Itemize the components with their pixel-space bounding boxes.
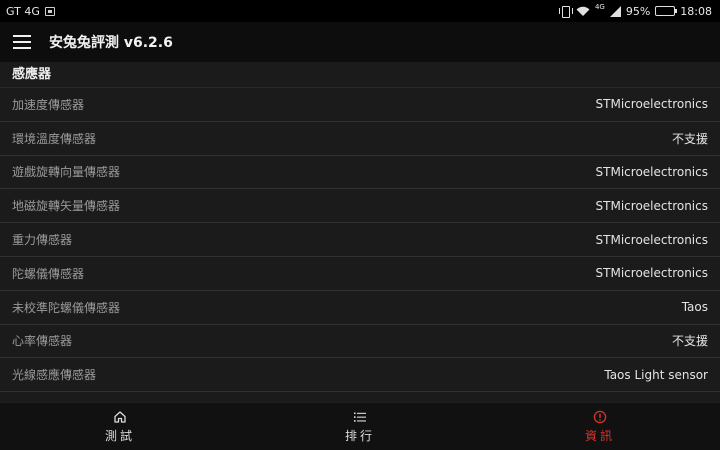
hamburger-menu-icon[interactable] [13,35,31,49]
sensor-label: 重力傳感器 [12,233,73,248]
sensor-row[interactable]: 陀螺儀傳感器 STMicroelectronics [0,257,720,291]
sensor-row[interactable]: 地磁旋轉矢量傳感器 STMicroelectronics [0,189,720,224]
carrier-label: GT 4G [6,4,40,18]
sensor-value: Taos [681,300,708,315]
nav-label-ranking: 排行 [344,428,375,443]
sensor-label: 地磁旋轉矢量傳感器 [12,199,121,214]
sensor-label: 遊戲旋轉向量傳感器 [12,165,121,180]
sensor-row[interactable]: 未校準陀螺儀傳感器 Taos [0,291,720,325]
app-bar: 安兔兔評測 v6.2.6 [0,22,720,62]
sensor-label: 加速度傳感器 [12,97,85,112]
clock: 18:08 [680,4,712,18]
vibrate-icon [558,5,573,18]
sensor-row[interactable]: 加速度傳感器 STMicroelectronics [0,88,720,122]
sensor-list: 加速度傳感器 STMicroelectronics 環境溫度傳感器 不支援 遊戲旋轉向量… [0,88,720,393]
sensor-label: 陀螺儀傳感器 [12,266,85,281]
sensor-row[interactable]: 環境溫度傳感器 不支援 [0,122,720,156]
status-left: GT 4G [6,5,55,18]
section-title: 感應器 [0,62,720,88]
status-right: 4G 95% 18:08 [558,3,712,18]
sensor-value: STMicroelectronics [595,164,708,179]
bottom-navigation: 測試 排行 資訊 [0,402,720,450]
sensor-value: Taos Light sensor [604,367,708,382]
sensor-row[interactable]: 遊戲旋轉向量傳感器 STMicroelectronics [0,156,720,190]
sensor-label: 光線感應傳感器 [12,368,97,383]
nav-tab-test[interactable]: 測試 [0,403,240,450]
sensor-label: 未校準陀螺儀傳感器 [12,300,121,315]
signal-icon [609,5,621,17]
sensor-value: STMicroelectronics [595,266,708,281]
battery-percent: 95% [625,4,651,18]
sensor-value: STMicroelectronics [595,198,708,213]
app-title: 安兔兔評測 v6.2.6 [49,35,173,51]
nav-tab-ranking[interactable]: 排行 [240,403,480,450]
battery-icon [655,6,678,16]
sensor-label: 心率傳感器 [12,334,73,349]
info-icon [593,410,607,424]
nav-label-info: 資訊 [584,428,615,443]
status-bar: GT 4G 4G 95% 18:08 [0,0,720,22]
nav-tab-info[interactable]: 資訊 [480,403,720,450]
wifi-icon [576,6,590,17]
list-icon [353,410,367,424]
sensor-label: 環境溫度傳感器 [12,131,97,146]
sensor-row[interactable]: 光線感應傳感器 Taos Light sensor [0,358,720,393]
sensor-value: STMicroelectronics [595,97,708,112]
sensor-list-panel[interactable]: 感應器 加速度傳感器 STMicroelectronics 環境溫度傳感器 不支援 遊戲… [0,62,720,402]
sensor-row[interactable]: 重力傳感器 STMicroelectronics [0,223,720,257]
nav-label-test: 測試 [104,428,135,443]
sensor-value: 不支援 [671,131,708,146]
sensor-value: STMicroelectronics [595,232,708,247]
home-icon [113,410,127,424]
sensor-value: 不支援 [671,334,708,349]
sensor-row[interactable]: 心率傳感器 不支援 [0,325,720,359]
sim-notification-icon [44,6,55,16]
network-type-badge: 4G [594,3,605,11]
